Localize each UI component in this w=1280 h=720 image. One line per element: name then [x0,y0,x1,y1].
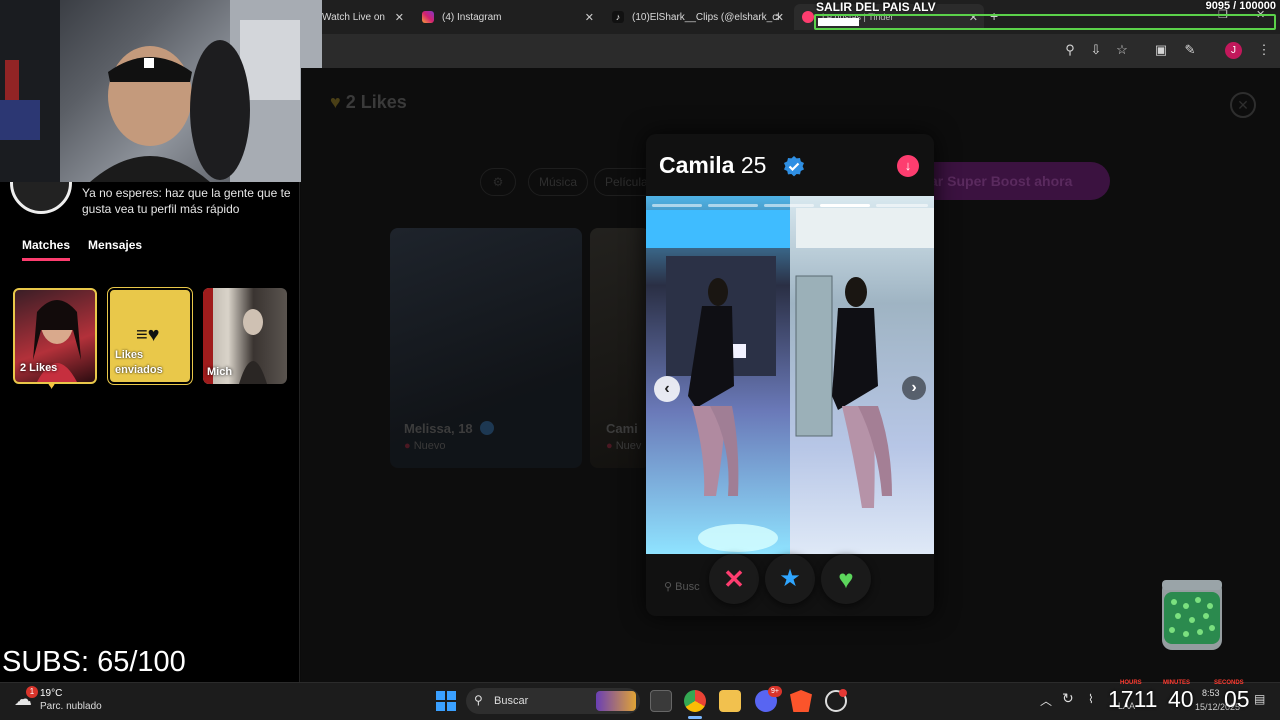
filter-musica[interactable]: Música [528,168,589,196]
gold-heart-icon: ♥ [48,378,56,392]
timer-seconds: 05 [1224,686,1250,712]
weather-badge: 1 [26,686,38,698]
gold-heart-icon: ♥ [330,92,346,112]
sidebar-tabs: Matches Mensajes [22,238,142,261]
tinder-icon [802,11,814,23]
close-tab-icon[interactable]: ✕ [775,11,784,24]
search-highlight-icon [596,691,636,711]
menu-icon[interactable]: ⋮ [1256,42,1272,58]
new-dot-icon: ● [606,440,616,452]
profile-avatar[interactable]: J [1225,42,1242,59]
location-icon[interactable]: ⚲ [1062,42,1078,58]
profile-name-age: Camila 25 [659,152,766,179]
bg-card-status: ● Nuevo [404,440,446,452]
collapse-profile-icon[interactable]: ↓ [897,155,919,177]
nope-button[interactable]: ✕ [709,554,759,604]
search-icon: ⚲ [474,693,483,707]
bg-card-status: ● Nuev [606,440,646,452]
close-tab-icon[interactable]: ✕ [395,11,404,24]
timer-hours: 1711 [1108,686,1158,712]
star-icon[interactable]: ☆ [1114,42,1130,58]
profile-photo[interactable] [646,196,934,554]
notifications-icon[interactable]: ▤ [1254,692,1265,706]
profile-photo-image [646,196,934,554]
likes-card-label: 2 Likes [20,362,58,374]
nope-icon: ✕ [723,564,745,594]
subs-counter: SUBS: 65/100 [2,646,186,678]
extensions-icon[interactable]: ✎ [1182,42,1198,58]
new-dot-icon: ● [404,440,414,452]
bg-card-name: Cami [606,421,638,436]
timer-minutes: 40 [1168,686,1194,712]
profile-age: 25 [740,152,767,178]
search-placeholder: Busc [675,581,700,593]
bg-card-status-text: Nuev [615,440,642,452]
tab-mensajes[interactable]: Mensajes [88,238,142,261]
profile-name: Camila [659,152,735,178]
prev-photo-icon[interactable]: ‹ [654,376,680,402]
windows-start-icon[interactable] [435,690,457,712]
filter-icon[interactable]: ⚙ [480,168,516,196]
likes-sent-label: Likes enviados [115,349,163,376]
bg-card-name-text: Melissa, 18 [404,421,473,436]
sync-icon[interactable]: ↻ [1062,690,1074,707]
verified-icon [480,421,495,435]
tab-instagram[interactable]: (4) Instagram ✕ [414,4,600,30]
likes-header-text: 2 Likes [345,92,407,112]
tip-jar-icon [1162,580,1222,650]
likes-card[interactable]: 2 Likes [13,288,97,384]
goal-title: SALIR DEL PAIS ALV [816,0,936,14]
tray-chevron-icon[interactable]: ︿ [1040,692,1052,709]
bg-card-status-text: Nuevo [413,440,446,452]
network-icon[interactable]: ⌇ [1088,692,1094,706]
weather-temp[interactable]: 19°C [40,688,62,699]
tab-tiktok[interactable]: ♪ (10)ElShark__Clips (@elshark_cl ✕ [604,4,790,30]
taskbar-search[interactable]: ⚲ Buscar [466,688,640,714]
close-tab-icon[interactable]: ✕ [585,11,594,24]
file-explorer-icon[interactable] [719,690,741,712]
instagram-icon [422,11,434,23]
bg-card-name: Melissa, 18 [404,421,495,436]
brave-icon[interactable] [790,690,812,712]
tab-label: Watch Live on [322,11,385,23]
install-icon[interactable]: ⇩ [1088,42,1104,58]
search-field[interactable]: ⚲ Busc [664,580,700,593]
chrome-icon[interactable] [684,690,706,712]
likes-header: ♥ 2 Likes [330,92,407,113]
next-photo-icon[interactable]: › [902,376,926,400]
search-icon: ⚲ [664,581,676,593]
tab-label: (10)ElShark__Clips (@elshark_cl [632,11,780,23]
weather-desc[interactable]: Parc. nublado [40,701,102,712]
discord-badge: 9+ [768,686,782,697]
match-card-mich[interactable]: Mich [203,288,287,384]
goal-progress-fill [818,18,860,26]
super-boost-button[interactable]: ar Super Boost ahora [912,162,1110,200]
like-button[interactable]: ♥ [821,554,871,604]
match-card-name: Mich [207,366,233,378]
close-icon[interactable]: ✕ [1230,92,1256,118]
task-view-icon[interactable] [650,690,672,712]
tab-matches[interactable]: Matches [22,238,71,261]
taskbar-search-label: Buscar [494,695,529,707]
super-like-button[interactable]: ★ [765,554,815,604]
star-icon: ★ [779,565,801,592]
active-app-indicator [688,716,702,719]
webcam-image [0,0,322,182]
verified-icon [784,156,804,177]
goal-progress-bar [814,14,1276,30]
webcam-overlay [0,0,322,182]
heart-send-icon: ≡♥ [136,324,160,346]
recording-dot [839,689,847,697]
tab-twitch[interactable]: Watch Live on ✕ [314,4,410,30]
tiktok-icon: ♪ [612,11,624,23]
likes-sent-card[interactable]: ≡♥ Likes enviados [107,287,193,385]
sidebar-icon[interactable]: ▣ [1153,42,1169,58]
goal-progress-text: 9095 / 100000 [1205,0,1276,12]
tab-label: (4) Instagram [442,11,502,23]
boost-promo-text: Ya no esperes: haz que la gente que te g… [82,186,291,216]
heart-icon: ♥ [838,564,854,594]
boost-avatar[interactable] [10,182,72,214]
clock-time[interactable]: 8:53 [1202,688,1220,698]
